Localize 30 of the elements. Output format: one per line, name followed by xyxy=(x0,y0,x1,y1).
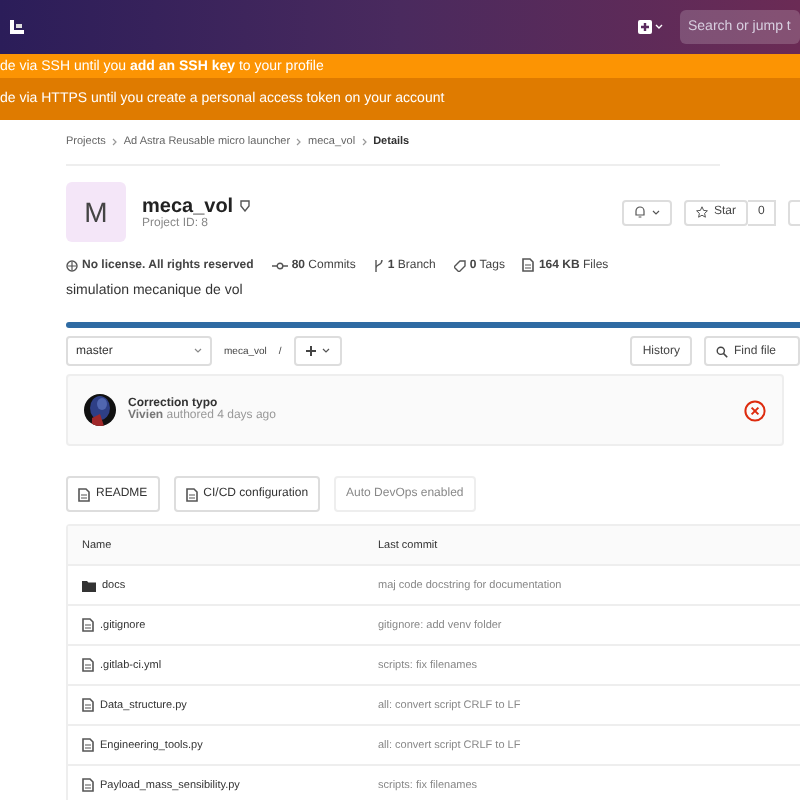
folder-icon xyxy=(82,579,96,591)
chevron-icon xyxy=(296,138,303,146)
shield-icon xyxy=(239,200,250,212)
chevron-icon xyxy=(321,348,330,354)
logo-icon xyxy=(10,20,24,34)
file-icon xyxy=(185,487,198,501)
file-icon xyxy=(82,658,94,672)
file-icon xyxy=(82,738,94,752)
plus-icon[interactable] xyxy=(638,20,664,34)
pipeline-failed-icon[interactable] xyxy=(744,399,766,421)
project-name: meca_vol xyxy=(142,195,234,217)
chevron-icon xyxy=(111,138,118,146)
file-icon xyxy=(82,698,94,712)
plus-icon xyxy=(305,346,316,356)
file-icon xyxy=(78,487,90,501)
notification-dropdown[interactable] xyxy=(622,199,672,225)
add-dropdown[interactable] xyxy=(293,336,342,366)
star-icon xyxy=(696,206,708,218)
tag-icon xyxy=(453,259,466,271)
file-icon xyxy=(82,618,94,632)
file-icon xyxy=(522,258,535,272)
chevron-icon xyxy=(361,138,368,146)
search-icon xyxy=(716,345,728,357)
branch-icon xyxy=(373,259,384,271)
commit-icon xyxy=(271,261,288,269)
bell-icon xyxy=(634,206,646,218)
chevron-icon xyxy=(652,209,660,215)
file-icon xyxy=(82,778,94,792)
project-avatar: M xyxy=(66,182,126,242)
chevron-icon xyxy=(194,348,202,354)
